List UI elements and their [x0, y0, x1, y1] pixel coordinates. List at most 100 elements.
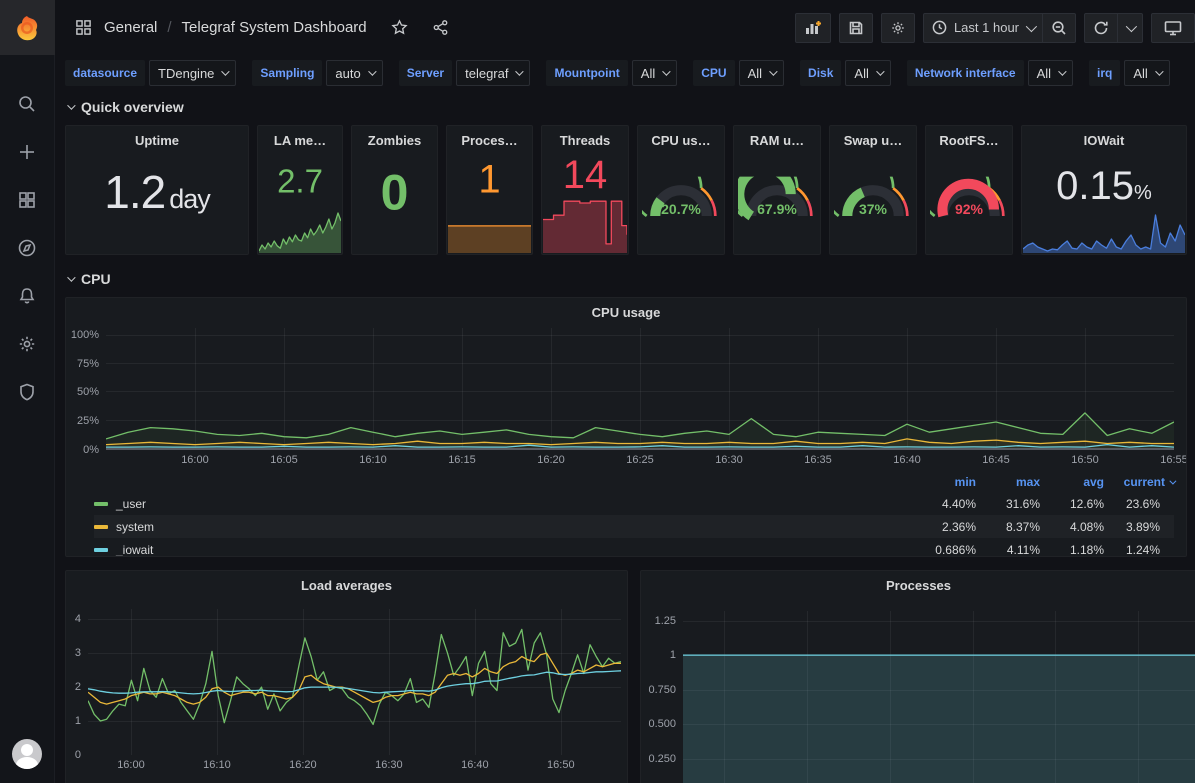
add-panel-button[interactable] [795, 13, 831, 43]
panel-title[interactable]: Zombies [352, 126, 437, 150]
main-area: General / Telegraf System Dashboard [55, 0, 1195, 783]
dashboard-title[interactable]: Telegraf System Dashboard [182, 19, 367, 36]
clock-icon [932, 20, 947, 35]
variable-datasource: datasource TDengine [65, 60, 236, 86]
chevron-down-icon [769, 67, 777, 75]
panel-title[interactable]: Swap u… [830, 126, 916, 150]
breadcrumb: General / Telegraf System Dashboard [75, 19, 449, 36]
gauge-value: 20.7% [661, 202, 701, 218]
cpu-usage-chart: 100%75%50%25%0% 16:0016:0516:1016:1516:2… [66, 328, 1174, 470]
plot-area [683, 611, 1195, 783]
refresh-interval-dropdown[interactable] [1118, 13, 1143, 43]
panel-title[interactable]: Load averages [66, 571, 627, 595]
chevron-down-icon [368, 67, 376, 75]
top-navbar: General / Telegraf System Dashboard [55, 0, 1195, 55]
save-dashboard-button[interactable] [839, 13, 873, 43]
variable-value-dropdown[interactable]: auto [326, 60, 382, 86]
variable-server: Server telegraf [399, 60, 531, 86]
variable-label[interactable]: Server [399, 60, 452, 86]
server-admin-shield-icon[interactable] [16, 381, 38, 403]
panel-title[interactable]: Proces… [447, 126, 532, 150]
alerting-bell-icon[interactable] [16, 285, 38, 307]
configuration-gear-icon[interactable] [16, 333, 38, 355]
panel-uptime: Uptime 1.2day [65, 125, 249, 255]
variable-value-dropdown[interactable]: All [739, 60, 784, 86]
variable-label[interactable]: Disk [800, 60, 841, 86]
series-swatch [94, 502, 108, 506]
sparkline [259, 211, 341, 253]
legend-col-avg[interactable]: avg [1040, 475, 1104, 489]
time-controls: Last 1 hour [923, 13, 1076, 43]
stat-value: 2.7 [258, 163, 342, 201]
panel-title[interactable]: RAM u… [734, 126, 820, 150]
breadcrumb-folder[interactable]: General [104, 19, 157, 36]
legend-row-user[interactable]: _user 4.40% 31.6% 12.6% 23.6% [94, 492, 1174, 515]
variable-label[interactable]: Network interface [907, 60, 1024, 86]
search-icon[interactable] [16, 93, 38, 115]
grafana-app: General / Telegraf System Dashboard [0, 0, 1195, 783]
variable-label[interactable]: datasource [65, 60, 145, 86]
create-plus-icon[interactable] [16, 141, 38, 163]
chevron-down-icon [662, 67, 670, 75]
x-axis-labels: 16:0016:0516:1016:1516:2016:2516:3016:35… [106, 450, 1174, 470]
quick-overview-panels: Uptime 1.2day LA me… 2.7 Zombies 0 Proce… [65, 125, 1187, 255]
time-range-label: Last 1 hour [954, 20, 1019, 35]
panel-title[interactable]: Processes [641, 571, 1195, 595]
time-range-picker[interactable]: Last 1 hour [923, 13, 1043, 43]
variable-sampling: Sampling auto [252, 60, 382, 86]
row-quick-overview[interactable]: Quick overview [67, 95, 1187, 119]
legend-col-min[interactable]: min [912, 475, 976, 489]
star-icon[interactable] [391, 19, 408, 36]
panel-title[interactable]: CPU usage [66, 298, 1186, 322]
chevron-down-icon [67, 273, 75, 281]
legend-row-system[interactable]: system 2.36% 8.37% 4.08% 3.89% [94, 515, 1174, 538]
variable-label[interactable]: irq [1089, 60, 1120, 86]
stat-value: 14 [542, 153, 628, 198]
grafana-logo[interactable] [0, 0, 55, 55]
legend-col-max[interactable]: max [976, 475, 1040, 489]
panel-title[interactable]: Threads [542, 126, 628, 150]
variable-value-dropdown[interactable]: All [632, 60, 677, 86]
sidebar-menu [16, 93, 38, 739]
panel-processes: Processes 1.2510.7500.5000.250 [640, 570, 1195, 783]
panel-title[interactable]: LA me… [258, 126, 342, 150]
gauge-value: 92% [955, 202, 983, 218]
processes-chart: 1.2510.7500.5000.250 [641, 611, 1195, 783]
zoom-out-time-button[interactable] [1043, 13, 1076, 43]
variable-cpu: CPU All [693, 60, 784, 86]
stat-value: 0.15% [1022, 164, 1186, 209]
variable-value-dropdown[interactable]: TDengine [149, 60, 236, 86]
stat-value: 1 [447, 158, 532, 203]
legend-col-current[interactable]: current [1104, 475, 1174, 489]
explore-compass-icon[interactable] [16, 237, 38, 259]
dashboards-icon[interactable] [16, 189, 38, 211]
chevron-down-icon [222, 67, 230, 75]
panel-title[interactable]: IOWait [1022, 126, 1186, 150]
panel-ram-usage-gauge: RAM u… 67.9% [733, 125, 821, 255]
panel-title[interactable]: RootFS… [926, 126, 1012, 150]
panel-title[interactable]: CPU us… [638, 126, 724, 150]
variable-value-dropdown[interactable]: All [845, 60, 890, 86]
dashboard-settings-button[interactable] [881, 13, 915, 43]
cycle-view-mode-button[interactable] [1151, 13, 1195, 43]
dashboard-variables-row: datasource TDengine Sampling auto Server… [55, 55, 1195, 91]
user-avatar[interactable] [12, 739, 42, 769]
share-icon[interactable] [432, 19, 449, 36]
refresh-button[interactable] [1084, 13, 1118, 43]
dashboard-grid-icon [75, 19, 92, 36]
row-cpu[interactable]: CPU [67, 267, 1187, 291]
variable-label[interactable]: CPU [693, 60, 734, 86]
variable-irq: irq All [1089, 60, 1170, 86]
variable-label[interactable]: Mountpoint [546, 60, 627, 86]
panel-processes-stat: Proces… 1 [446, 125, 533, 255]
variable-value-dropdown[interactable]: All [1124, 60, 1169, 86]
panel-zombies: Zombies 0 [351, 125, 438, 255]
variable-value-dropdown[interactable]: telegraf [456, 60, 530, 86]
plot-area [106, 328, 1174, 450]
chevron-down-icon [1126, 20, 1137, 31]
variable-label[interactable]: Sampling [252, 60, 322, 86]
panel-title[interactable]: Uptime [66, 126, 248, 150]
variable-value-dropdown[interactable]: All [1028, 60, 1073, 86]
variable-network-interface: Network interface All [907, 60, 1073, 86]
legend-row-iowait[interactable]: _iowait 0.686% 4.11% 1.18% 1.24% [94, 538, 1174, 557]
